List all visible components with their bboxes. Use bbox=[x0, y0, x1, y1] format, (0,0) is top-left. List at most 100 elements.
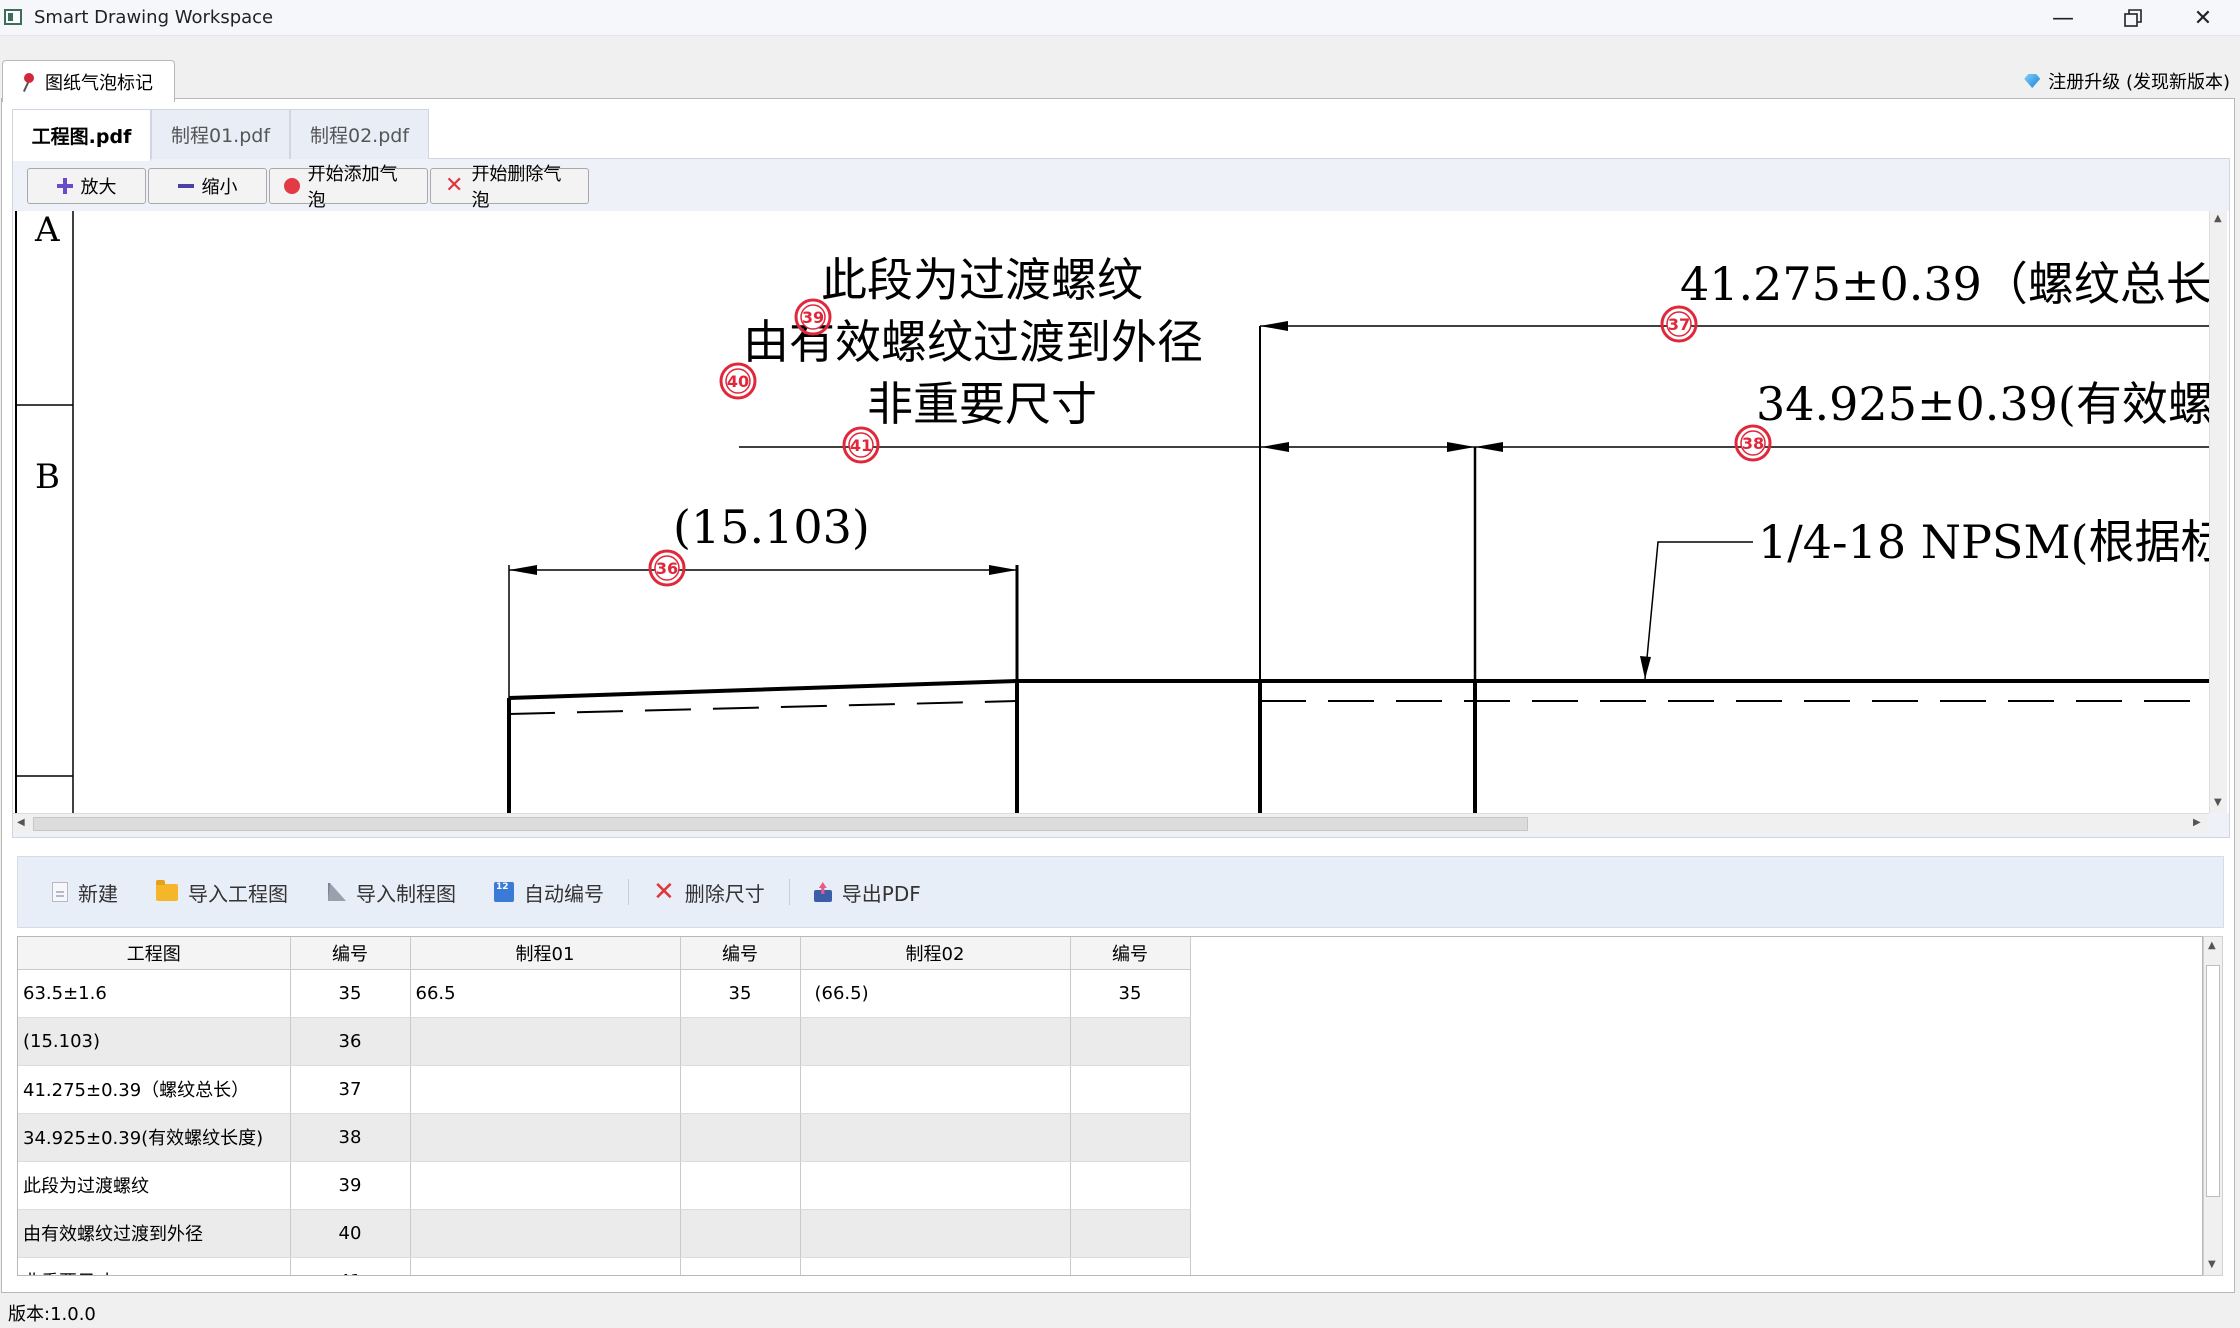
table-cell[interactable] bbox=[680, 1065, 801, 1114]
table-cell[interactable] bbox=[1070, 1065, 1191, 1114]
table-cell[interactable] bbox=[800, 1113, 1071, 1162]
export-pdf-label: 导出PDF bbox=[841, 881, 921, 906]
table-cell[interactable] bbox=[1070, 1017, 1191, 1066]
zoom-out-button[interactable]: 缩小 bbox=[148, 168, 267, 204]
tab-process02-pdf[interactable]: 制程02.pdf bbox=[290, 109, 429, 159]
numbering-icon bbox=[494, 882, 514, 902]
drawing-viewport[interactable]: A B 此段为过渡螺纹 由有效螺纹过渡到外径 非重要尺寸 41.275±0.39… bbox=[13, 211, 2229, 813]
table-row[interactable]: 34.925±0.39(有效螺纹长度) 38 bbox=[18, 1113, 1191, 1162]
table-scroll-thumb[interactable] bbox=[2206, 965, 2220, 1197]
scroll-down-icon[interactable]: ▼ bbox=[2208, 1259, 2216, 1270]
table-row[interactable]: (15.103) 36 bbox=[18, 1017, 1191, 1066]
table-cell[interactable] bbox=[410, 1209, 681, 1258]
table-cell[interactable] bbox=[800, 1257, 1071, 1275]
table-cell[interactable]: 由有效螺纹过渡到外径 bbox=[18, 1209, 291, 1258]
title-bar: Smart Drawing Workspace — ✕ bbox=[0, 0, 2240, 36]
minimize-button[interactable]: — bbox=[2028, 0, 2098, 36]
table-cell[interactable] bbox=[410, 1065, 681, 1114]
table-cell[interactable] bbox=[800, 1065, 1071, 1114]
table-cell[interactable]: 35 bbox=[680, 969, 801, 1018]
table-cell[interactable]: 35 bbox=[1070, 969, 1191, 1018]
table-cell[interactable]: (66.5) bbox=[800, 969, 1071, 1018]
table-cell[interactable] bbox=[680, 1113, 801, 1162]
table-cell[interactable] bbox=[410, 1161, 681, 1210]
drawing-horizontal-scroll-thumb[interactable] bbox=[33, 817, 1528, 831]
bubble-38[interactable]: 38 bbox=[1734, 424, 1772, 462]
new-button[interactable]: 新建 bbox=[52, 878, 118, 907]
table-cell[interactable]: 34.925±0.39(有效螺纹长度) bbox=[18, 1113, 291, 1162]
table-cell[interactable] bbox=[410, 1017, 681, 1066]
table-cell[interactable] bbox=[1070, 1209, 1191, 1258]
table-cell[interactable] bbox=[1070, 1113, 1191, 1162]
upgrade-link[interactable]: 注册升级 (发现新版本) bbox=[2024, 68, 2230, 94]
bubble-41[interactable]: 41 bbox=[842, 426, 880, 464]
add-bubble-button[interactable]: 开始添加气泡 bbox=[269, 164, 428, 211]
scroll-up-icon[interactable]: ▲ bbox=[2214, 213, 2222, 224]
table-cell[interactable]: 37 bbox=[290, 1065, 411, 1114]
header-process01[interactable]: 制程01 bbox=[410, 937, 681, 970]
bubble-37[interactable]: 37 bbox=[1660, 305, 1698, 343]
bubble-36[interactable]: 36 bbox=[648, 549, 686, 587]
scroll-right-icon[interactable]: ▶ bbox=[2193, 817, 2201, 828]
dimension-table[interactable]: 工程图 编号 制程01 编号 制程02 编号 63.5±1.6 35 66.5 … bbox=[17, 936, 2203, 1276]
scroll-down-icon[interactable]: ▼ bbox=[2214, 797, 2222, 808]
tab-bubble-marking[interactable]: 图纸气泡标记 bbox=[2, 60, 175, 102]
bubble-40[interactable]: 40 bbox=[719, 362, 757, 400]
table-cell[interactable]: 39 bbox=[290, 1161, 411, 1210]
scroll-left-icon[interactable]: ◀ bbox=[17, 817, 25, 828]
svg-text:40: 40 bbox=[727, 372, 749, 391]
table-cell[interactable] bbox=[800, 1017, 1071, 1066]
drawing-horizontal-scrollbar[interactable]: ◀ ▶ bbox=[13, 813, 2209, 833]
table-cell[interactable]: 36 bbox=[290, 1017, 411, 1066]
table-row[interactable]: 此段为过渡螺纹 39 bbox=[18, 1161, 1191, 1210]
delete-dimension-button[interactable]: ✕ 删除尺寸 bbox=[653, 878, 765, 907]
table-row[interactable]: 非重要尺寸 41 bbox=[18, 1257, 1191, 1275]
header-process02[interactable]: 制程02 bbox=[800, 937, 1071, 970]
tab-process01-pdf[interactable]: 制程01.pdf bbox=[151, 109, 290, 159]
table-cell[interactable] bbox=[410, 1113, 681, 1162]
new-label: 新建 bbox=[78, 881, 118, 906]
table-cell[interactable] bbox=[1070, 1257, 1191, 1275]
table-cell[interactable]: 66.5 bbox=[410, 969, 681, 1018]
header-engineering[interactable]: 工程图 bbox=[18, 937, 291, 970]
note-non-critical: 非重要尺寸 bbox=[867, 377, 1097, 431]
close-button[interactable]: ✕ bbox=[2168, 0, 2238, 36]
table-cell[interactable]: (15.103) bbox=[18, 1017, 291, 1066]
table-cell[interactable]: 40 bbox=[290, 1209, 411, 1258]
table-cell[interactable]: 41 bbox=[290, 1257, 411, 1275]
header-number[interactable]: 编号 bbox=[680, 937, 801, 970]
drawing-vertical-scrollbar[interactable]: ▲ ▼ bbox=[2209, 211, 2227, 813]
table-row[interactable]: 41.275±0.39（螺纹总长） 37 bbox=[18, 1065, 1191, 1114]
table-cell[interactable]: 63.5±1.6 bbox=[18, 969, 291, 1018]
table-cell[interactable] bbox=[680, 1161, 801, 1210]
table-cell[interactable]: 38 bbox=[290, 1113, 411, 1162]
table-cell[interactable] bbox=[800, 1209, 1071, 1258]
table-cell[interactable]: 35 bbox=[290, 969, 411, 1018]
scroll-up-icon[interactable]: ▲ bbox=[2208, 940, 2216, 951]
table-cell[interactable]: 此段为过渡螺纹 bbox=[18, 1161, 291, 1210]
import-process-button[interactable]: 导入制程图 bbox=[326, 878, 456, 907]
table-cell[interactable]: 非重要尺寸 bbox=[18, 1257, 291, 1275]
table-row[interactable]: 由有效螺纹过渡到外径 40 bbox=[18, 1209, 1191, 1258]
table-cell[interactable] bbox=[410, 1257, 681, 1275]
table-cell[interactable] bbox=[1070, 1161, 1191, 1210]
table-cell[interactable]: 41.275±0.39（螺纹总长） bbox=[18, 1065, 291, 1114]
header-number[interactable]: 编号 bbox=[290, 937, 411, 970]
import-drawing-button[interactable]: 导入工程图 bbox=[156, 878, 288, 907]
app-icon bbox=[4, 9, 22, 25]
export-pdf-button[interactable]: 导出PDF bbox=[813, 878, 921, 907]
tab-engineering-pdf[interactable]: 工程图.pdf bbox=[12, 109, 151, 161]
table-vertical-scrollbar[interactable]: ▲ ▼ bbox=[2203, 936, 2223, 1276]
header-number[interactable]: 编号 bbox=[1070, 937, 1191, 970]
table-cell[interactable] bbox=[680, 1257, 801, 1275]
table-cell[interactable] bbox=[680, 1209, 801, 1258]
auto-number-button[interactable]: 自动编号 bbox=[494, 878, 604, 907]
table-cell[interactable] bbox=[680, 1017, 801, 1066]
import-process-label: 导入制程图 bbox=[356, 881, 456, 906]
delete-bubble-button[interactable]: ✕ 开始删除气泡 bbox=[430, 164, 589, 211]
table-row[interactable]: 63.5±1.6 35 66.5 35 (66.5) 35 bbox=[18, 969, 1191, 1018]
table-cell[interactable] bbox=[800, 1161, 1071, 1210]
zoom-in-button[interactable]: 放大 bbox=[27, 168, 146, 204]
bubble-39[interactable]: 39 bbox=[794, 298, 832, 336]
restore-button[interactable] bbox=[2098, 0, 2168, 36]
